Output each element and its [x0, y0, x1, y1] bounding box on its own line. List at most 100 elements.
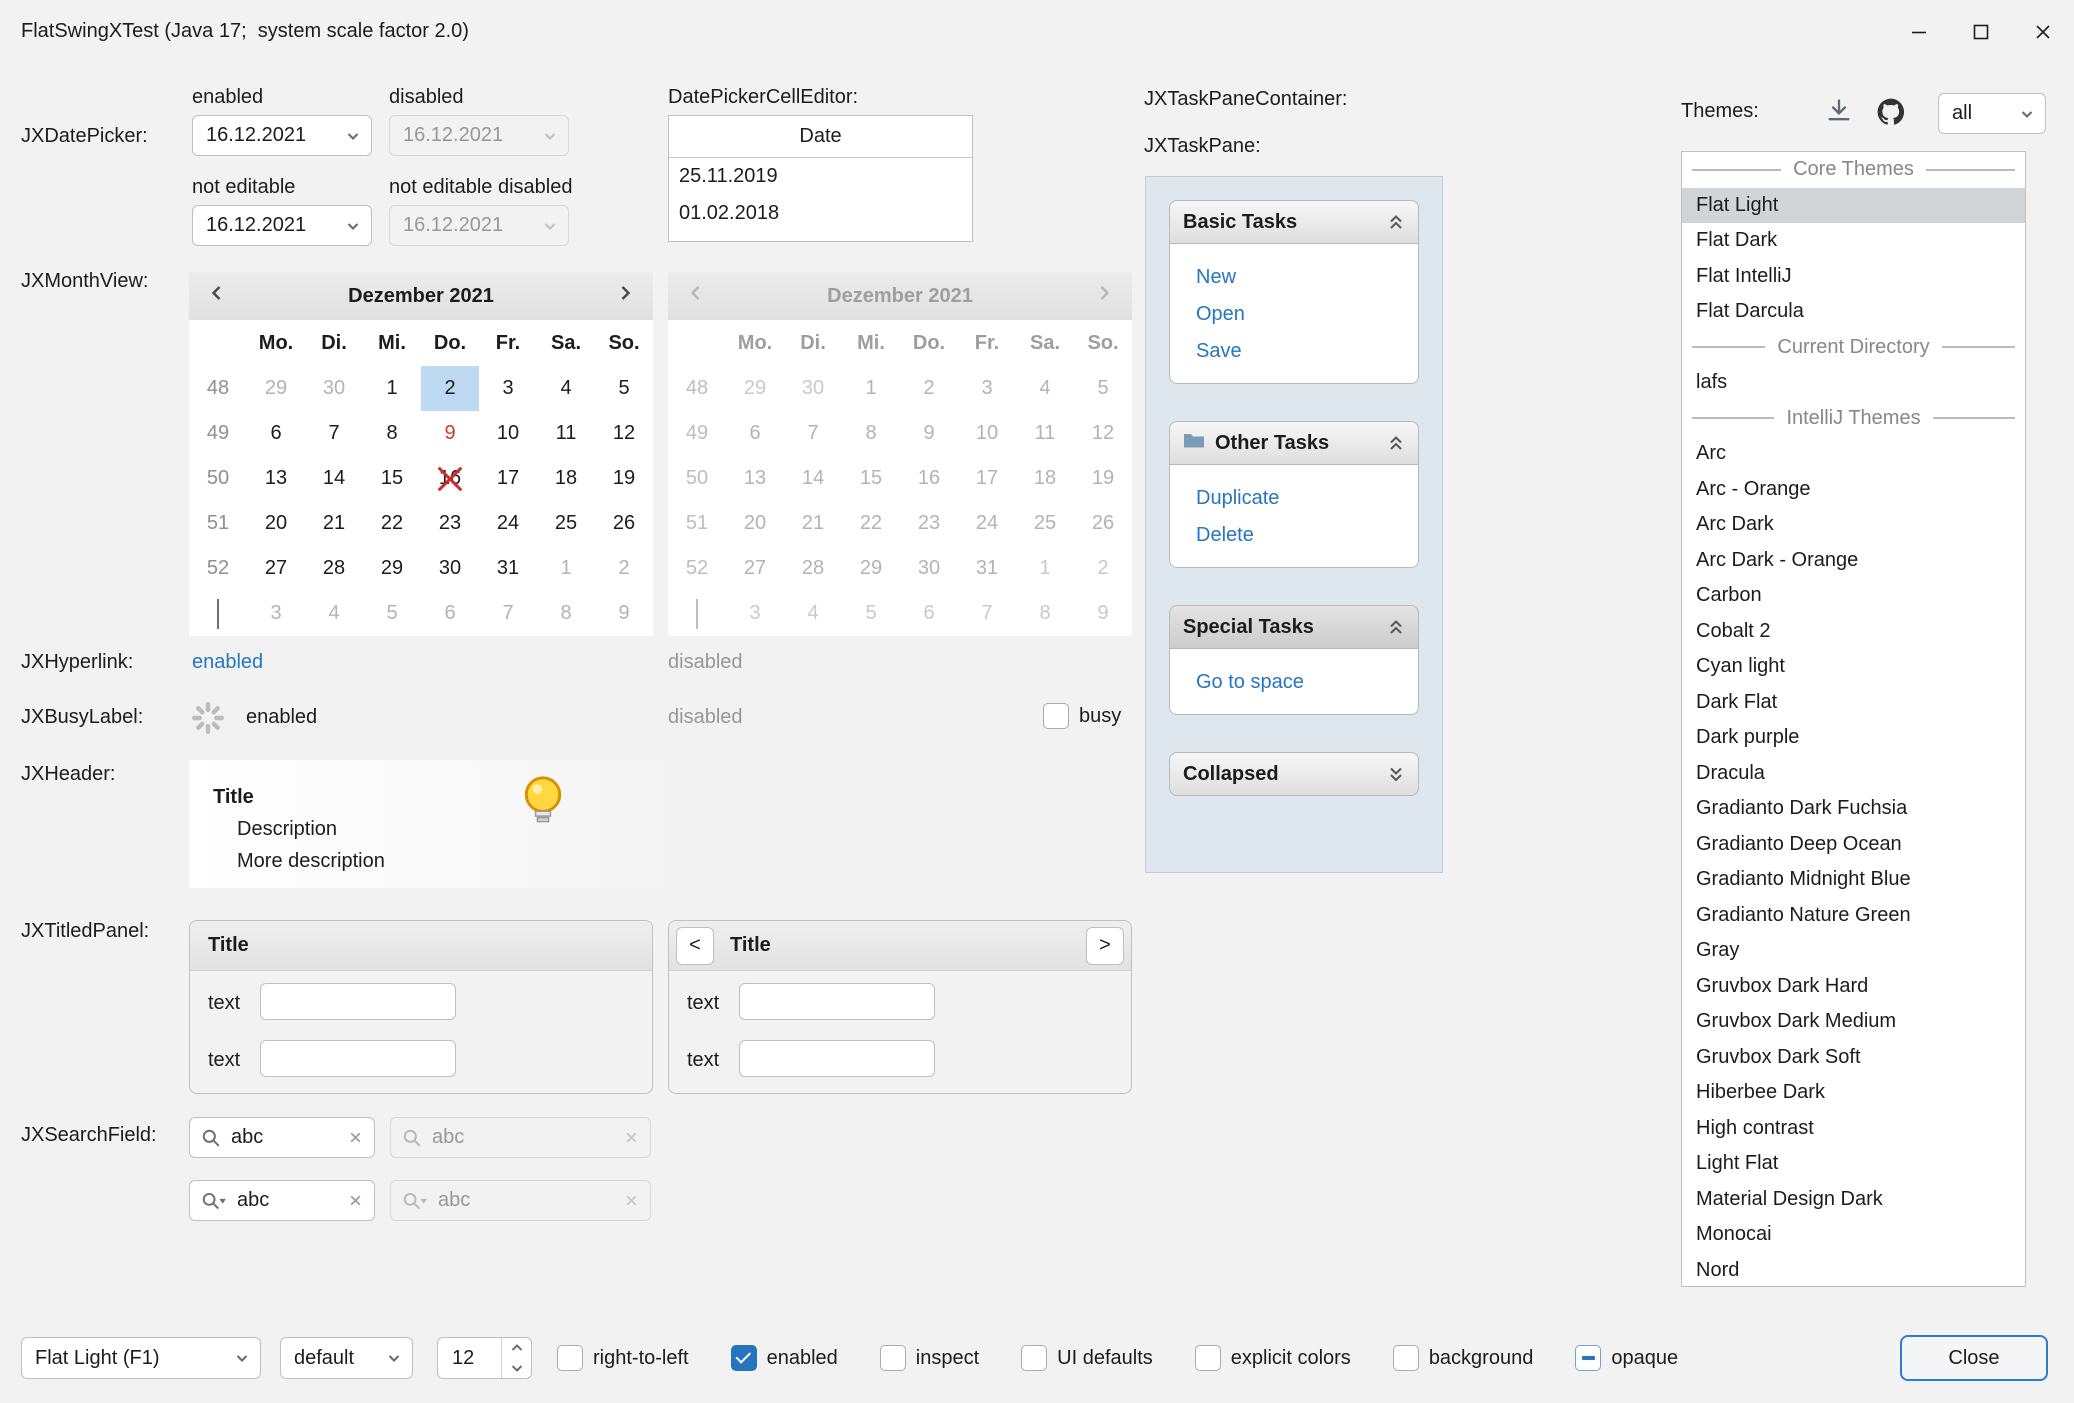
- calendar-day[interactable]: 30: [305, 366, 363, 411]
- theme-list-item[interactable]: Dark Flat: [1682, 685, 2025, 721]
- task-link[interactable]: Go to space: [1196, 664, 1418, 701]
- calendar-day[interactable]: 28: [305, 546, 363, 591]
- table-row[interactable]: 25.11.2019: [669, 158, 972, 195]
- calendar-day[interactable]: 27: [247, 546, 305, 591]
- collapse-icon[interactable]: [1387, 434, 1405, 452]
- calendar-day[interactable]: 25: [537, 501, 595, 546]
- option-checkbox[interactable]: inspect: [880, 1345, 979, 1371]
- laf-combo[interactable]: Flat Light (F1): [21, 1337, 261, 1379]
- calendar-day[interactable]: 3: [247, 591, 305, 636]
- task-link[interactable]: Delete: [1196, 517, 1418, 554]
- calendar-day[interactable]: 24: [479, 501, 537, 546]
- calendar-day[interactable]: 13: [247, 456, 305, 501]
- task-link[interactable]: Open: [1196, 296, 1418, 333]
- theme-list-item[interactable]: Arc Dark - Orange: [1682, 543, 2025, 579]
- calendar-day[interactable]: 5: [363, 591, 421, 636]
- checkbox-box[interactable]: [731, 1345, 757, 1371]
- calendar-day[interactable]: 29: [247, 366, 305, 411]
- calendar-day[interactable]: 7: [305, 411, 363, 456]
- option-checkbox[interactable]: opaque: [1575, 1345, 1678, 1371]
- checkbox-box[interactable]: [557, 1345, 583, 1371]
- option-checkbox[interactable]: background: [1393, 1345, 1534, 1371]
- theme-list-item[interactable]: Nord: [1682, 1253, 2025, 1288]
- calendar-day[interactable]: 1: [363, 366, 421, 411]
- chevron-down-icon[interactable]: [385, 1349, 403, 1367]
- calendar-day[interactable]: 8: [537, 591, 595, 636]
- text-input[interactable]: [260, 983, 456, 1020]
- search-field-enabled[interactable]: abc: [189, 1117, 375, 1158]
- option-checkbox[interactable]: explicit colors: [1195, 1345, 1351, 1371]
- theme-list-item[interactable]: Flat IntelliJ: [1682, 259, 2025, 295]
- theme-list-item[interactable]: IntelliJ Themes: [1682, 401, 2025, 437]
- chevron-down-icon[interactable]: [2018, 105, 2036, 123]
- theme-list-item[interactable]: Gradianto Midnight Blue: [1682, 862, 2025, 898]
- task-link[interactable]: New: [1196, 259, 1418, 296]
- theme-list-item[interactable]: Flat Light: [1682, 188, 2025, 224]
- text-input[interactable]: [739, 983, 935, 1020]
- theme-list-item[interactable]: Material Design Dark: [1682, 1182, 2025, 1218]
- chevron-down-icon[interactable]: [344, 127, 362, 145]
- taskpane-title-bar[interactable]: Special Tasks: [1169, 605, 1419, 649]
- taskpane-title-bar[interactable]: Other Tasks: [1169, 421, 1419, 465]
- theme-list-item[interactable]: Gradianto Deep Ocean: [1682, 827, 2025, 863]
- theme-list-item[interactable]: Core Themes: [1682, 152, 2025, 188]
- collapse-icon[interactable]: [1387, 213, 1405, 231]
- theme-list-item[interactable]: Light Flat: [1682, 1146, 2025, 1182]
- datepicker-noteditable[interactable]: 16.12.2021: [192, 205, 372, 246]
- calendar-day[interactable]: 15: [363, 456, 421, 501]
- table-row[interactable]: 01.02.2018: [669, 195, 972, 232]
- close-window-button[interactable]: [2012, 0, 2074, 63]
- themes-filter-combo[interactable]: all: [1938, 93, 2046, 134]
- theme-list-item[interactable]: Hiberbee Dark: [1682, 1075, 2025, 1111]
- maximize-button[interactable]: [1950, 0, 2012, 63]
- minimize-button[interactable]: [1888, 0, 1950, 63]
- calendar-day[interactable]: 6: [247, 411, 305, 456]
- checkbox-box[interactable]: [1043, 703, 1069, 729]
- calendar-day[interactable]: 19: [595, 456, 653, 501]
- theme-list-item[interactable]: Cobalt 2: [1682, 614, 2025, 650]
- calendar-day[interactable]: 1: [537, 546, 595, 591]
- theme-list-item[interactable]: lafs: [1682, 365, 2025, 401]
- clear-icon[interactable]: [348, 1130, 363, 1145]
- calendar-day[interactable]: 4: [537, 366, 595, 411]
- search-field-with-menu[interactable]: abc: [189, 1180, 375, 1221]
- theme-list-item[interactable]: Gray: [1682, 933, 2025, 969]
- text-input[interactable]: [739, 1040, 935, 1077]
- close-button[interactable]: Close: [1900, 1335, 2048, 1381]
- calendar-day[interactable]: 5: [595, 366, 653, 411]
- spinner-down-icon[interactable]: [502, 1358, 531, 1378]
- calendar-day[interactable]: 22: [363, 501, 421, 546]
- calendar-day[interactable]: 9: [595, 591, 653, 636]
- taskpane-title-bar[interactable]: Basic Tasks: [1169, 200, 1419, 244]
- calendar-day[interactable]: 14: [305, 456, 363, 501]
- calendar-day[interactable]: 21: [305, 501, 363, 546]
- calendar-day[interactable]: 30: [421, 546, 479, 591]
- calendar-day[interactable]: 16: [421, 456, 479, 501]
- calendar-day[interactable]: 18: [537, 456, 595, 501]
- option-checkbox[interactable]: enabled: [731, 1345, 838, 1371]
- calendar-day[interactable]: 12: [595, 411, 653, 456]
- chevron-down-icon[interactable]: [344, 217, 362, 235]
- option-checkbox[interactable]: UI defaults: [1021, 1345, 1153, 1371]
- theme-list-item[interactable]: Dracula: [1682, 756, 2025, 792]
- task-link[interactable]: Duplicate: [1196, 480, 1418, 517]
- font-size-spinner[interactable]: 12: [437, 1337, 532, 1379]
- calendar-day[interactable]: 17: [479, 456, 537, 501]
- prev-month-icon[interactable]: [207, 283, 227, 309]
- text-input[interactable]: [260, 1040, 456, 1077]
- calendar-day[interactable]: 2: [421, 366, 479, 411]
- theme-list-item[interactable]: Flat Darcula: [1682, 294, 2025, 330]
- calendar-day[interactable]: 2: [595, 546, 653, 591]
- calendar-day[interactable]: 3: [479, 366, 537, 411]
- calendar-day[interactable]: 6: [421, 591, 479, 636]
- theme-list-item[interactable]: Gruvbox Dark Soft: [1682, 1040, 2025, 1076]
- theme-list-item[interactable]: Cyan light: [1682, 649, 2025, 685]
- theme-list-item[interactable]: Carbon: [1682, 578, 2025, 614]
- calendar-day[interactable]: 29: [363, 546, 421, 591]
- theme-list-item[interactable]: Gruvbox Dark Hard: [1682, 969, 2025, 1005]
- theme-list-item[interactable]: Arc - Orange: [1682, 472, 2025, 508]
- github-button[interactable]: [1874, 95, 1908, 129]
- theme-list-item[interactable]: Dark purple: [1682, 720, 2025, 756]
- theme-list-item[interactable]: Arc Dark: [1682, 507, 2025, 543]
- calendar-day[interactable]: 11: [537, 411, 595, 456]
